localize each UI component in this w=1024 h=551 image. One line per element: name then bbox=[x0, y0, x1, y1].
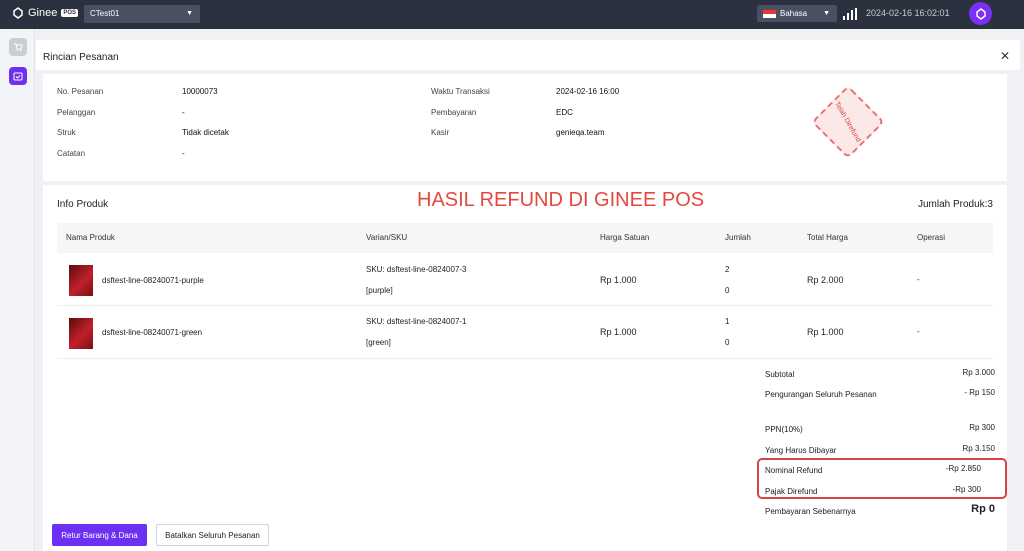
col-operation: Operasi bbox=[917, 233, 946, 242]
signal-icon bbox=[843, 8, 859, 20]
language-select[interactable]: Bahasa ▼ bbox=[757, 5, 837, 22]
section-title: Info Produk bbox=[57, 199, 109, 210]
operation: - bbox=[917, 275, 920, 284]
col-variant-sku: Varian/SKU bbox=[366, 233, 408, 242]
panel-header: Rincian Pesanan ✕ bbox=[36, 40, 1020, 70]
ginee-logo: Ginee POS bbox=[12, 7, 79, 19]
indonesia-flag-icon bbox=[763, 9, 776, 18]
product-sku: SKU: dsftest-line-0824007-1 bbox=[366, 317, 467, 326]
tax-refund-value: -Rp 300 bbox=[952, 485, 981, 494]
refund-label: Nominal Refund bbox=[765, 466, 823, 475]
product-thumbnail bbox=[69, 265, 93, 296]
ginee-logo-icon bbox=[13, 7, 23, 19]
user-logo-icon bbox=[975, 7, 986, 20]
receipt-label: Struk bbox=[57, 128, 76, 137]
sidebar-item-cart[interactable] bbox=[9, 38, 27, 56]
actual-payment-value: Rp 0 bbox=[971, 503, 995, 515]
order-number-label: No. Pesanan bbox=[57, 87, 104, 96]
cart-icon bbox=[14, 43, 23, 52]
order-number-value: 10000073 bbox=[182, 87, 218, 96]
col-total-price: Total Harga bbox=[807, 233, 848, 242]
note-label: Catatan bbox=[57, 149, 86, 158]
product-name: dsftest-line-08240071-green bbox=[102, 328, 203, 337]
transaction-time-label: Waktu Transaksi bbox=[431, 87, 490, 96]
page-title: Rincian Pesanan bbox=[43, 52, 119, 63]
chevron-down-icon: ▼ bbox=[823, 10, 830, 17]
logo-text: Ginee bbox=[28, 7, 58, 19]
discount-label: Pengurangan Seluruh Pesanan bbox=[765, 390, 877, 399]
store-name: CTest01 bbox=[90, 9, 120, 18]
customer-value: - bbox=[182, 108, 185, 117]
calendar-check-icon bbox=[13, 72, 23, 81]
unit-price: Rp 1.000 bbox=[600, 275, 637, 285]
col-quantity: Jumlah bbox=[725, 233, 751, 242]
subtotal-value: Rp 3.000 bbox=[962, 368, 995, 377]
operation: - bbox=[917, 327, 920, 336]
refund-value: -Rp 2.850 bbox=[945, 464, 981, 473]
table-header: Nama Produk Varian/SKU Harga Satuan Juml… bbox=[57, 223, 993, 253]
product-info-card: Info Produk HASIL REFUND DI GINEE POS Ju… bbox=[43, 185, 1007, 551]
cancel-entire-order-button[interactable]: Batalkan Seluruh Pesanan bbox=[156, 524, 269, 546]
tax-label: PPN(10%) bbox=[765, 425, 803, 434]
transaction-time-value: 2024-02-16 16:00 bbox=[556, 87, 620, 96]
product-name: dsftest-line-08240071-purple bbox=[102, 276, 204, 285]
stamp-text: Telah Direfund bbox=[833, 100, 863, 144]
quantity: 2 bbox=[725, 265, 730, 274]
payment-value: EDC bbox=[556, 108, 573, 117]
amount-due-value: Rp 3.150 bbox=[962, 444, 995, 453]
quantity-refunded: 0 bbox=[725, 338, 730, 347]
logo-badge: POS bbox=[61, 9, 79, 17]
payment-label: Pembayaran bbox=[431, 108, 477, 117]
product-count: Jumlah Produk:3 bbox=[917, 199, 993, 210]
sidebar bbox=[0, 29, 35, 551]
user-avatar[interactable] bbox=[969, 2, 992, 25]
quantity-refunded: 0 bbox=[725, 286, 730, 295]
receipt-value: Tidak dicetak bbox=[182, 128, 229, 137]
product-sku: SKU: dsftest-line-0824007-3 bbox=[366, 265, 467, 274]
discount-value: - Rp 150 bbox=[964, 388, 995, 397]
quantity: 1 bbox=[725, 317, 730, 326]
unit-price: Rp 1.000 bbox=[600, 327, 637, 337]
sidebar-item-orders[interactable] bbox=[9, 67, 27, 85]
top-bar: Ginee POS CTest01 ▼ Bahasa ▼ 2024-02-16 … bbox=[0, 0, 1024, 29]
store-select[interactable]: CTest01 ▼ bbox=[84, 5, 200, 23]
return-goods-and-funds-button[interactable]: Retur Barang & Dana bbox=[52, 524, 147, 546]
subtotal-label: Subtotal bbox=[765, 370, 795, 379]
tax-refund-label: Pajak Direfund bbox=[765, 487, 818, 496]
tax-value: Rp 300 bbox=[969, 423, 995, 432]
table-row: dsftest-line-08240071-purple SKU: dsftes… bbox=[57, 254, 993, 306]
product-thumbnail bbox=[69, 318, 93, 349]
col-unit-price: Harga Satuan bbox=[600, 233, 650, 242]
cashier-label: Kasir bbox=[431, 128, 450, 137]
chevron-down-icon: ▼ bbox=[186, 10, 193, 17]
cashier-value: genieqa.team bbox=[556, 128, 605, 137]
col-product-name: Nama Produk bbox=[66, 233, 115, 242]
close-icon[interactable]: ✕ bbox=[1000, 49, 1010, 63]
product-variant: [green] bbox=[366, 338, 391, 347]
note-value: - bbox=[182, 149, 185, 158]
actual-payment-label: Pembayaran Sebenarnya bbox=[765, 507, 856, 516]
total-price: Rp 2.000 bbox=[807, 275, 844, 285]
table-row: dsftest-line-08240071-green SKU: dsftest… bbox=[57, 307, 993, 359]
language-label: Bahasa bbox=[780, 9, 808, 18]
amount-due-label: Yang Harus Dibayar bbox=[765, 446, 837, 455]
product-variant: [purple] bbox=[366, 286, 393, 295]
refund-result-banner: HASIL REFUND DI GINEE POS bbox=[417, 189, 705, 211]
total-price: Rp 1.000 bbox=[807, 327, 844, 337]
current-datetime: 2024-02-16 16:02:01 bbox=[866, 8, 950, 18]
customer-label: Pelanggan bbox=[57, 108, 96, 117]
